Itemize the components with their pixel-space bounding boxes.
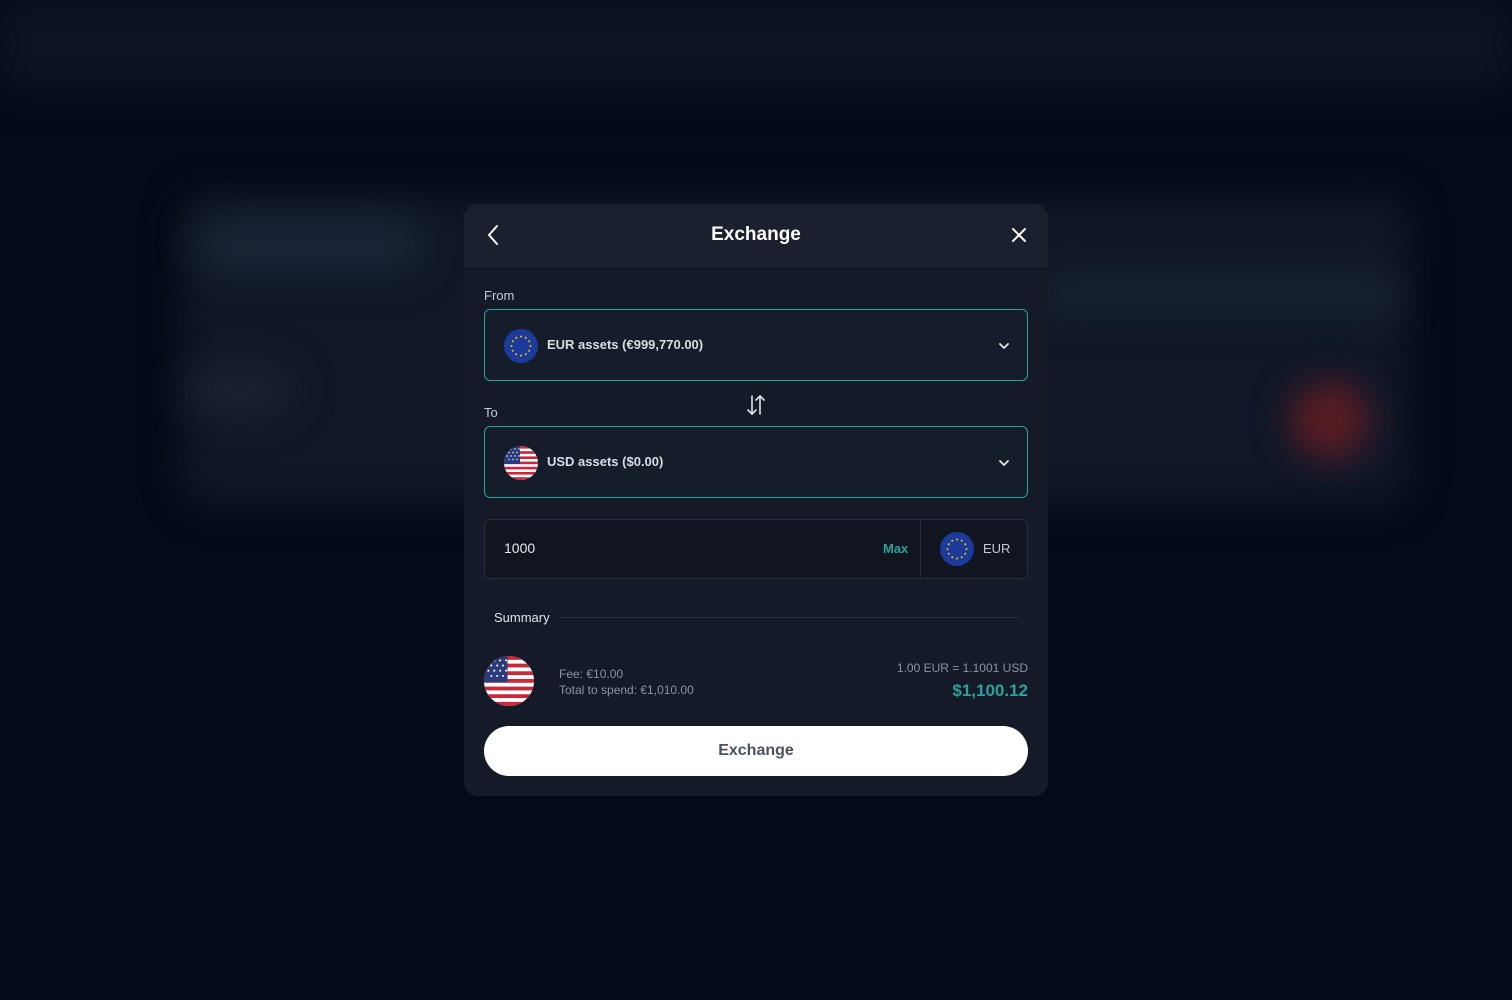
us-flag-icon [484,656,534,706]
from-account-value: EUR assets (€999,770.00) [547,337,704,352]
summary-heading: Summary [494,610,550,625]
fee-text: Fee: €10.00 [559,667,624,681]
exchange-submit-button[interactable]: Exchange [484,726,1028,776]
converted-amount: $1,100.12 [952,681,1028,700]
eu-flag-icon [504,329,538,363]
to-account-select[interactable]: USD assets ($0.00) [484,426,1028,498]
modal-header: Exchange [464,204,1048,267]
exchange-rate-text: 1.00 EUR = 1.1001 USD [896,661,1028,675]
chevron-down-icon [999,343,1009,349]
us-flag-icon [504,446,538,480]
amount-field: Max EUR [484,519,1028,579]
from-label: From [484,288,515,303]
amount-input[interactable] [504,540,864,556]
to-account-value: USD assets ($0.00) [547,454,664,469]
close-icon [1012,228,1026,242]
currency-code: EUR [983,541,1011,556]
max-button[interactable]: Max [883,541,908,556]
eu-flag-icon [940,532,974,566]
swap-arrows-icon [747,395,765,415]
modal-title: Exchange [711,224,801,245]
close-button[interactable] [1006,222,1032,248]
chevron-down-icon [999,460,1009,466]
exchange-modal: Exchange From EUR assets (€999,770.00) T… [464,204,1048,796]
total-to-spend-text: Total to spend: €1,010.00 [559,683,694,697]
swap-button[interactable] [745,392,767,418]
summary-divider [560,617,1018,618]
currency-selector[interactable]: EUR [920,520,1028,578]
from-account-select[interactable]: EUR assets (€999,770.00) [484,309,1028,381]
to-label: To [484,405,498,420]
